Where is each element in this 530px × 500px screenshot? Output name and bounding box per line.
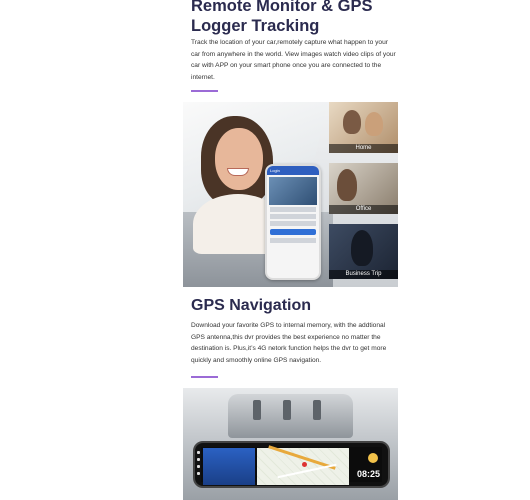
app-camera-preview	[269, 177, 317, 205]
dashcam-mirror-image: 08:25	[183, 388, 398, 500]
accent-divider	[191, 376, 218, 378]
rearview-mirror-screen: 08:25	[193, 441, 390, 488]
person-figure	[343, 110, 361, 134]
app-list-row	[270, 214, 316, 219]
navigation-panel	[203, 448, 255, 485]
smartphone-app-mockup: Login	[265, 164, 321, 280]
thumbnail-label: Business Trip	[329, 270, 398, 279]
map-view	[257, 445, 349, 485]
thumbnail-label: Office	[329, 205, 398, 214]
person-figure	[365, 112, 383, 136]
location-pin-icon	[302, 462, 307, 467]
thumbnail-label: Home	[329, 144, 398, 153]
app-list-row	[270, 238, 316, 243]
app-action-button	[270, 229, 316, 235]
app-list-row	[270, 221, 316, 226]
weather-sun-icon	[368, 453, 378, 463]
section-title-gps-navigation: GPS Navigation	[191, 297, 312, 314]
mount-vent	[283, 400, 291, 420]
person-figure	[337, 169, 357, 201]
thumbnail-office: Office	[329, 163, 398, 214]
woman-face	[215, 128, 263, 190]
section-title-remote-monitor: Remote Monitor & GPS Logger Tracking	[191, 0, 373, 35]
accent-divider	[191, 90, 218, 92]
app-header: Login	[267, 166, 319, 175]
side-icons	[197, 451, 202, 479]
mount-vent	[253, 400, 261, 420]
clock-display: 08:25	[356, 469, 380, 479]
section-description-remote-monitor: Track the location of your car,remotely …	[191, 39, 396, 81]
mount-vent	[313, 400, 321, 420]
map-road	[277, 463, 337, 479]
thumbnail-home: Home	[329, 102, 398, 153]
section-description-gps-navigation: Download your favorite GPS to internal m…	[191, 322, 387, 364]
thumbnail-business-trip: Business Trip	[329, 224, 398, 279]
app-list-row	[270, 207, 316, 212]
person-figure	[351, 230, 373, 266]
